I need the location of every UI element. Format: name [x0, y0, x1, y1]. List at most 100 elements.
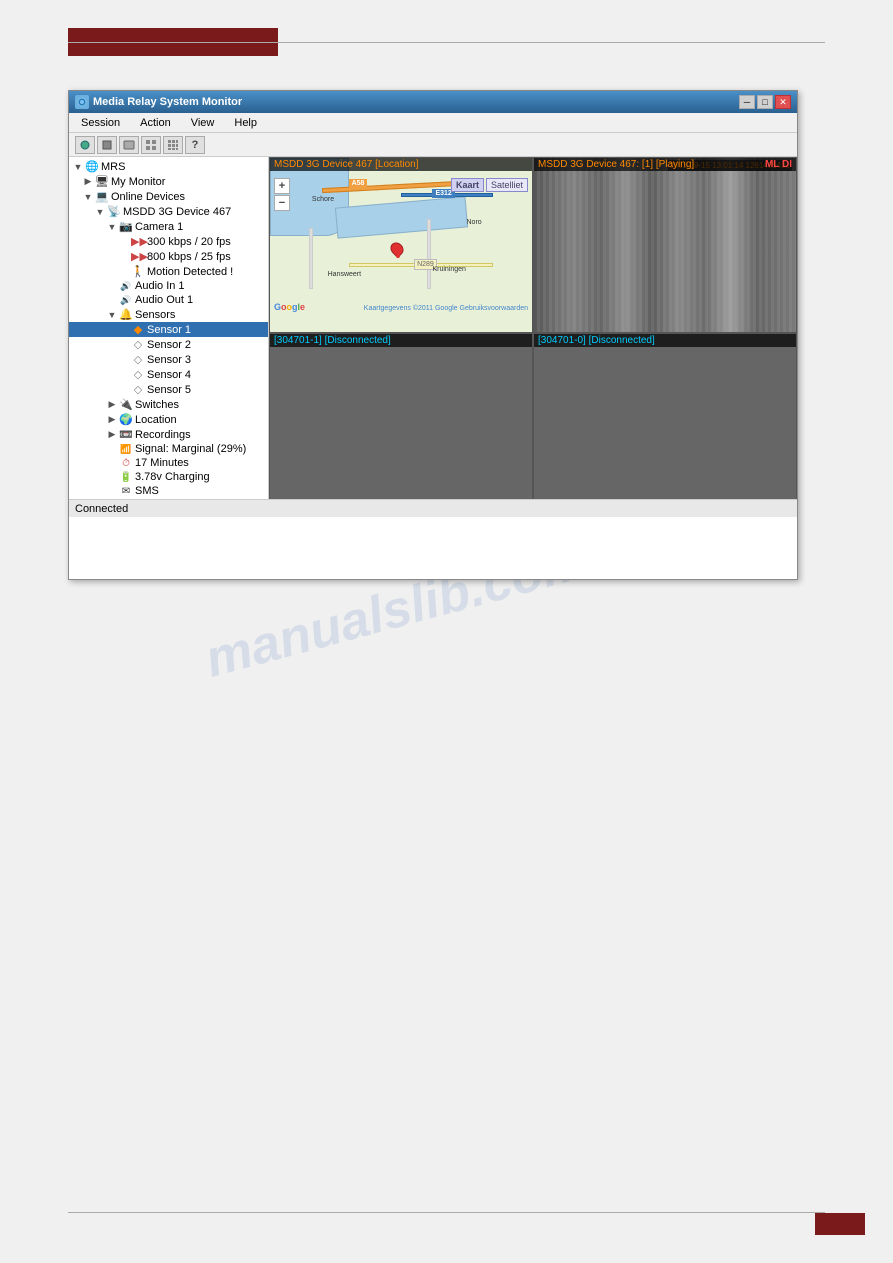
sidebar-item-audio-out[interactable]: 🔊 Audio Out 1 — [69, 293, 268, 307]
sidebar-item-online-devices[interactable]: ▼ 💻 Online Devices — [69, 189, 268, 204]
sensors-icon: 🔔 — [119, 308, 133, 321]
expand-icon-online: ▼ — [83, 192, 93, 202]
toolbar-btn-2[interactable] — [97, 136, 117, 154]
sidebar-item-audio-in[interactable]: 🔊 Audio In 1 — [69, 279, 268, 293]
video-title-top-right: MSDD 3G Device 467: [1] [Playing] — [538, 159, 694, 170]
no-expand-3 — [119, 267, 129, 277]
sensor-4-icon: ◇ — [131, 368, 145, 381]
sidebar-item-charging[interactable]: 🔋 3.78v Charging — [69, 470, 268, 484]
expand-icon-sensors: ▼ — [107, 310, 117, 320]
video-cell-top-left[interactable]: MSDD 3G Device 467 [Location] — [269, 157, 533, 333]
map-tab-satelliet[interactable]: Satelliet — [486, 178, 528, 192]
video-grid: MSDD 3G Device 467 [Location] — [269, 157, 797, 499]
sidebar-item-msdd-467[interactable]: ▼ 📡 MSDD 3G Device 467 — [69, 204, 268, 219]
motion-icon: 🚶 — [131, 265, 145, 278]
sidebar-item-offline-devices[interactable]: 💻 Offline Devices — [69, 498, 268, 499]
sidebar-item-stream-300[interactable]: ▶▶ 300 kbps / 20 fps — [69, 234, 268, 249]
sensor-3-icon: ◇ — [131, 353, 145, 366]
audio-in-icon: 🔊 — [119, 281, 133, 292]
sensor-2-icon: ◇ — [131, 338, 145, 351]
sensor-5-label: Sensor 5 — [147, 384, 191, 396]
sidebar-item-signal[interactable]: 📶 Signal: Marginal (29%) — [69, 442, 268, 456]
expand-icon-cam: ▼ — [107, 222, 117, 232]
stream-300-icon: ▶▶ — [131, 235, 145, 248]
road-vert-1 — [309, 228, 313, 289]
toolbar-btn-4[interactable] — [141, 136, 161, 154]
sidebar-item-my-monitor[interactable]: ▶ 🖥 My Monitor — [69, 174, 268, 189]
google-logo: Google — [274, 302, 305, 312]
online-devices-label: Online Devices — [111, 191, 185, 203]
signal-label: Signal: Marginal (29%) — [135, 443, 246, 455]
no-expand-1 — [119, 237, 129, 247]
no-expand-6 — [119, 325, 129, 335]
video-header-bottom-right: [304701-0] [Disconnected] — [534, 334, 796, 347]
road-vert-2 — [427, 219, 431, 289]
map-zoom-out[interactable]: − — [274, 195, 290, 211]
audio-out-icon: 🔊 — [119, 295, 133, 306]
sidebar-item-stream-800[interactable]: ▶▶ 800 kbps / 25 fps — [69, 249, 268, 264]
map-zoom-in[interactable]: + — [274, 178, 290, 194]
msdd-label: MSDD 3G Device 467 — [123, 206, 231, 218]
toolbar-btn-3[interactable] — [119, 136, 139, 154]
sidebar-item-switches[interactable]: ▶ 🔌 Switches — [69, 397, 268, 412]
menu-help[interactable]: Help — [230, 115, 261, 131]
charging-icon: 🔋 — [119, 472, 133, 483]
map-town-noro: Noro — [467, 219, 482, 226]
video-badge-top-right: ML DI — [765, 159, 792, 170]
sidebar-item-mrs[interactable]: ▼ 🌐 MRS — [69, 159, 268, 174]
video-header-top-right: MSDD 3G Device 467: [1] [Playing] ML DI — [534, 158, 796, 171]
close-button[interactable]: ✕ — [775, 95, 791, 109]
sensor-3-label: Sensor 3 — [147, 354, 191, 366]
camera-label: Camera 1 — [135, 221, 183, 233]
sensor-5-icon: ◇ — [131, 383, 145, 396]
map-tab-kaart[interactable]: Kaart — [451, 178, 484, 192]
sidebar-item-sensor-2[interactable]: ◇ Sensor 2 — [69, 337, 268, 352]
toolbar-btn-6[interactable]: ? — [185, 136, 205, 154]
my-monitor-label: My Monitor — [111, 176, 165, 188]
my-monitor-icon: 🖥 — [95, 175, 109, 188]
menu-action[interactable]: Action — [136, 115, 175, 131]
no-expand-2 — [119, 252, 129, 262]
sidebar-item-location[interactable]: ▶ 🌍 Location — [69, 412, 268, 427]
bottom-banner — [815, 1213, 865, 1235]
menu-session[interactable]: Session — [77, 115, 124, 131]
audio-in-label: Audio In 1 — [135, 280, 185, 292]
mrs-icon: 🌐 — [85, 160, 99, 173]
sidebar-item-sensor-5[interactable]: ◇ Sensor 5 — [69, 382, 268, 397]
maximize-button[interactable]: □ — [757, 95, 773, 109]
menu-view[interactable]: View — [187, 115, 219, 131]
video-cell-top-right[interactable]: MSDD 3G Device 467: [1] [Playing] ML DI — [533, 157, 797, 333]
sidebar-item-sensor-3[interactable]: ◇ Sensor 3 — [69, 352, 268, 367]
video-title-top-left: MSDD 3G Device 467 [Location] — [274, 159, 419, 170]
sidebar-item-sensor-1[interactable]: ◆ Sensor 1 — [69, 322, 268, 337]
sidebar-item-sms[interactable]: ✉ SMS — [69, 484, 268, 498]
sidebar-item-minutes[interactable]: ⏱ 17 Minutes — [69, 456, 268, 470]
expand-icon-mrs: ▼ — [73, 162, 83, 172]
no-expand-10 — [119, 385, 129, 395]
sidebar-item-recordings[interactable]: ▶ 📼 Recordings — [69, 427, 268, 442]
sidebar-item-camera-1[interactable]: ▼ 📷 Camera 1 — [69, 219, 268, 234]
expand-icon-recordings: ▶ — [107, 430, 117, 440]
location-icon: 🌍 — [119, 413, 133, 426]
toolbar: ? — [69, 133, 797, 157]
map-controls: + − — [274, 178, 290, 211]
road-label-a58: A58 — [349, 179, 368, 188]
location-label: Location — [135, 414, 177, 426]
disconnected-screen-right — [534, 334, 796, 499]
no-expand-8 — [119, 355, 129, 365]
toolbar-btn-1[interactable] — [75, 136, 95, 154]
sidebar-item-sensors[interactable]: ▼ 🔔 Sensors — [69, 307, 268, 322]
camera-icon: 📷 — [119, 220, 133, 233]
minimize-button[interactable]: ─ — [739, 95, 755, 109]
video-cell-bottom-left: [304701-1] [Disconnected] — [269, 333, 533, 499]
toolbar-btn-5[interactable] — [163, 136, 183, 154]
video-header-top-left: MSDD 3G Device 467 [Location] — [270, 158, 532, 171]
expand-icon-msdd: ▼ — [95, 207, 105, 217]
video-header-bottom-left: [304701-1] [Disconnected] — [270, 334, 532, 347]
sidebar-item-sensor-4[interactable]: ◇ Sensor 4 — [69, 367, 268, 382]
no-expand-sms — [107, 486, 117, 496]
recordings-icon: 📼 — [119, 428, 133, 441]
sidebar-item-motion[interactable]: 🚶 Motion Detected ! — [69, 264, 268, 279]
online-devices-icon: 💻 — [95, 190, 109, 203]
map-copyright: Kaartgegevens ©2011 Google Gebruiksvoorw… — [364, 305, 528, 312]
